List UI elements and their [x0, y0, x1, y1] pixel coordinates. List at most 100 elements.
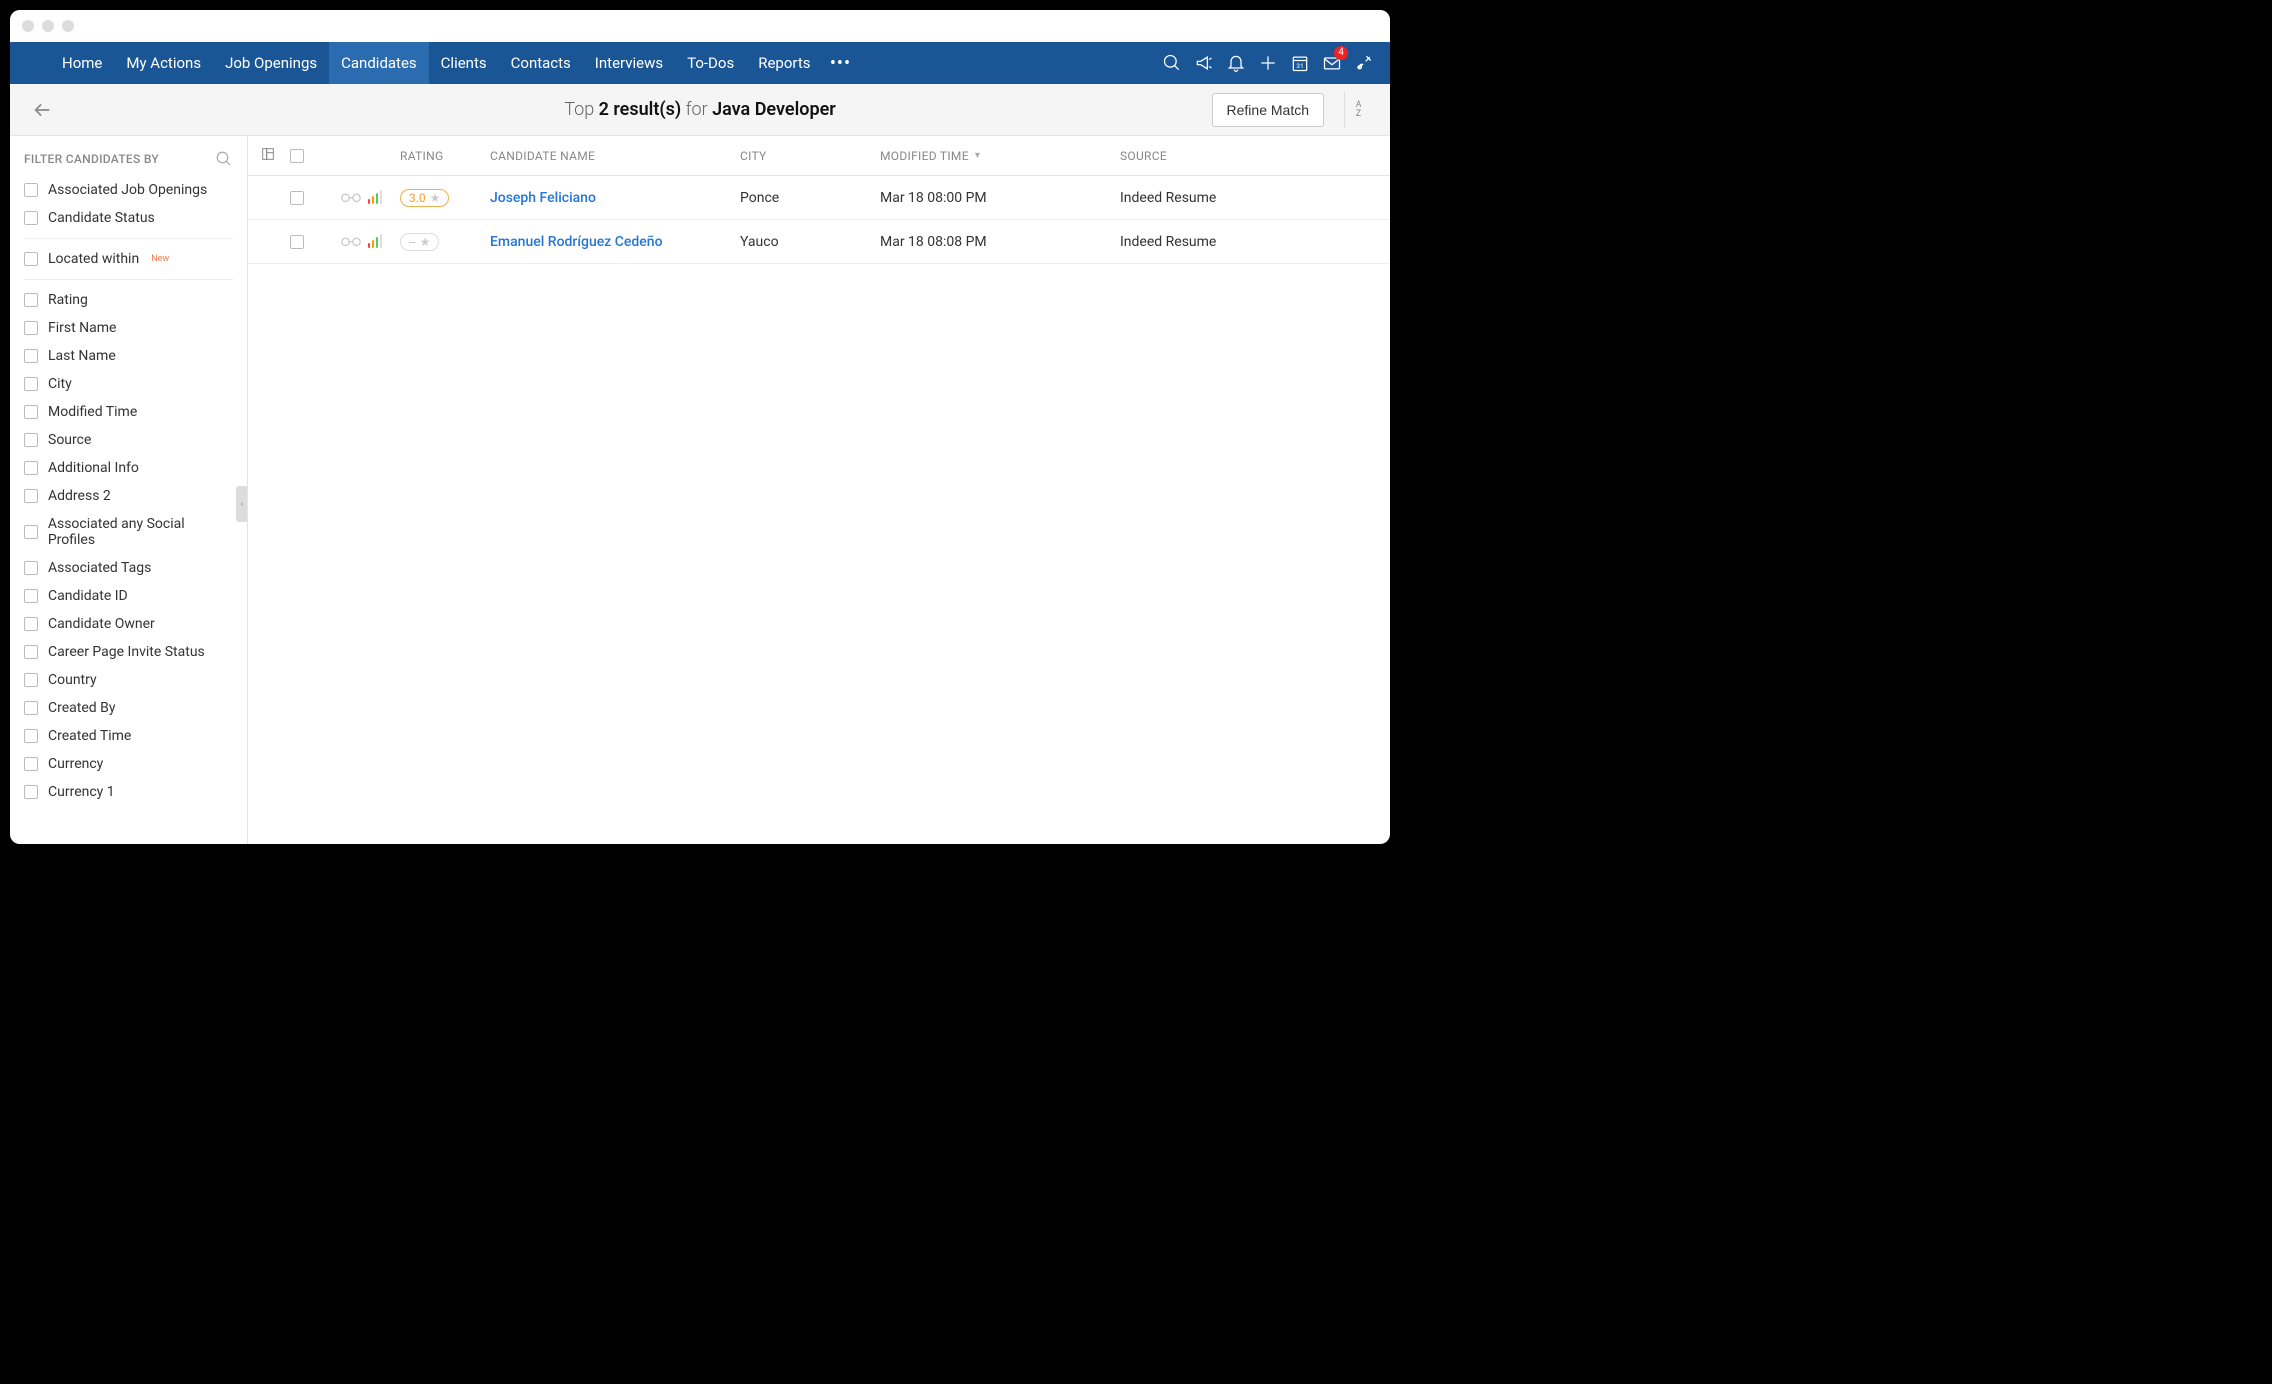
filter-checkbox[interactable] [24, 433, 38, 447]
filter-item[interactable]: First Name [24, 314, 233, 342]
nav-item-clients[interactable]: Clients [429, 42, 499, 84]
filter-item[interactable]: Currency [24, 750, 233, 778]
filter-item[interactable]: Address 2 [24, 482, 233, 510]
filter-checkbox[interactable] [24, 293, 38, 307]
filter-label: Career Page Invite Status [48, 644, 205, 660]
window-minimize[interactable] [42, 20, 54, 32]
sort-az-button[interactable]: AZ [1344, 92, 1372, 128]
filter-checkbox[interactable] [24, 729, 38, 743]
refine-match-button[interactable]: Refine Match [1212, 93, 1324, 127]
tools-icon[interactable] [1348, 42, 1380, 84]
filter-label: Candidate ID [48, 588, 128, 604]
filter-item[interactable]: Candidate Status [24, 204, 233, 232]
filter-checkbox[interactable] [24, 561, 38, 575]
candidate-name-link[interactable]: Joseph Feliciano [490, 190, 740, 206]
filter-item[interactable]: Candidate ID [24, 582, 233, 610]
filter-checkbox[interactable] [24, 673, 38, 687]
nav-more[interactable]: ••• [822, 42, 858, 84]
rating-value: -- [409, 235, 416, 249]
candidate-name-link[interactable]: Emanuel Rodríguez Cedeño [490, 234, 740, 250]
filter-checkbox[interactable] [24, 252, 38, 266]
filter-item[interactable]: Associated Job Openings [24, 176, 233, 204]
filter-checkbox[interactable] [24, 617, 38, 631]
nav-item-contacts[interactable]: Contacts [499, 42, 583, 84]
filter-search-icon[interactable] [215, 150, 233, 168]
candidate-city: Ponce [740, 190, 880, 206]
mail-badge: 4 [1334, 46, 1348, 60]
nav-item-interviews[interactable]: Interviews [583, 42, 675, 84]
filter-label: Candidate Status [48, 210, 155, 226]
rating-pill[interactable]: 3.0★ [400, 189, 449, 207]
announcement-icon[interactable] [1188, 42, 1220, 84]
filter-checkbox[interactable] [24, 589, 38, 603]
filter-item[interactable]: Associated Tags [24, 554, 233, 582]
nav-item-home[interactable]: Home [50, 42, 114, 84]
column-config-icon[interactable] [260, 146, 276, 165]
glasses-icon[interactable] [340, 236, 362, 252]
filter-item[interactable]: Career Page Invite Status [24, 638, 233, 666]
filter-item[interactable]: Additional Info [24, 454, 233, 482]
row-checkbox[interactable] [290, 235, 304, 249]
hamburger-menu[interactable] [10, 42, 50, 84]
svg-text:31: 31 [1296, 62, 1303, 70]
window-titlebar [10, 10, 1390, 42]
filter-label: Modified Time [48, 404, 137, 420]
mail-icon[interactable]: 4 [1316, 42, 1348, 84]
filter-item[interactable]: Last Name [24, 342, 233, 370]
sidebar-collapse-handle[interactable]: ‹ [236, 486, 248, 522]
filter-checkbox[interactable] [24, 211, 38, 225]
filter-item[interactable]: Associated any Social Profiles [24, 510, 233, 554]
search-icon[interactable] [1156, 42, 1188, 84]
rating-value: 3.0 [409, 191, 426, 205]
filter-checkbox[interactable] [24, 489, 38, 503]
nav-item-job-openings[interactable]: Job Openings [213, 42, 329, 84]
filter-checkbox[interactable] [24, 701, 38, 715]
select-all-checkbox[interactable] [290, 149, 304, 163]
filter-label: Rating [48, 292, 88, 308]
filter-checkbox[interactable] [24, 645, 38, 659]
header-city[interactable]: CITY [740, 149, 880, 163]
filter-item[interactable]: Source [24, 426, 233, 454]
filter-item[interactable]: Rating [24, 286, 233, 314]
rating-pill[interactable]: --★ [400, 233, 439, 251]
nav-item-my-actions[interactable]: My Actions [114, 42, 213, 84]
calendar-icon[interactable]: 31 [1284, 42, 1316, 84]
back-button[interactable] [28, 96, 56, 124]
filter-label: Address 2 [48, 488, 111, 504]
add-icon[interactable] [1252, 42, 1284, 84]
filter-item[interactable]: Currency 1 [24, 778, 233, 806]
filter-checkbox[interactable] [24, 349, 38, 363]
filter-checkbox[interactable] [24, 183, 38, 197]
filter-checkbox[interactable] [24, 525, 38, 539]
filter-item[interactable]: Located withinNew [24, 245, 233, 273]
window-close[interactable] [22, 20, 34, 32]
filter-item[interactable]: City [24, 370, 233, 398]
filter-sidebar: FILTER CANDIDATES BY Associated Job Open… [10, 136, 248, 844]
filter-checkbox[interactable] [24, 405, 38, 419]
filter-item[interactable]: Created By [24, 694, 233, 722]
filter-checkbox[interactable] [24, 785, 38, 799]
nav-item-to-dos[interactable]: To-Dos [675, 42, 746, 84]
filter-checkbox[interactable] [24, 377, 38, 391]
header-source[interactable]: SOURCE [1120, 149, 1300, 163]
nav-item-candidates[interactable]: Candidates [329, 42, 429, 84]
table-row[interactable]: 3.0★Joseph FelicianoPonceMar 18 08:00 PM… [248, 176, 1390, 220]
window-maximize[interactable] [62, 20, 74, 32]
table-row[interactable]: --★Emanuel Rodríguez CedeñoYaucoMar 18 0… [248, 220, 1390, 264]
glasses-icon[interactable] [340, 192, 362, 208]
nav-item-reports[interactable]: Reports [746, 42, 822, 84]
bell-icon[interactable] [1220, 42, 1252, 84]
filter-item[interactable]: Country [24, 666, 233, 694]
header-modified[interactable]: MODIFIED TIME ▾ [880, 149, 1120, 163]
filter-checkbox[interactable] [24, 321, 38, 335]
row-checkbox[interactable] [290, 191, 304, 205]
header-name[interactable]: CANDIDATE NAME [490, 149, 740, 163]
filter-checkbox[interactable] [24, 757, 38, 771]
filter-item[interactable]: Modified Time [24, 398, 233, 426]
header-rating[interactable]: RATING [400, 149, 490, 163]
filter-label: Currency 1 [48, 784, 115, 800]
filter-item[interactable]: Created Time [24, 722, 233, 750]
filter-item[interactable]: Candidate Owner [24, 610, 233, 638]
results-title: Top 2 result(s) for Java Developer [564, 99, 836, 120]
filter-checkbox[interactable] [24, 461, 38, 475]
